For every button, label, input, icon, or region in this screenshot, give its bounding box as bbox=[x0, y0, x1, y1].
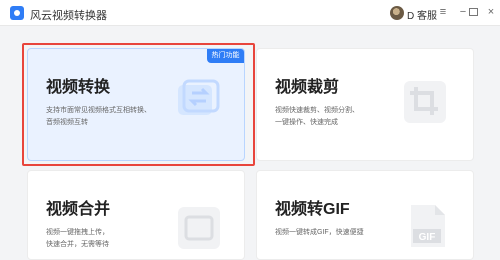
app-logo-icon bbox=[10, 6, 24, 20]
hot-feature-badge: 热门功能 bbox=[207, 49, 244, 63]
avatar[interactable] bbox=[390, 6, 404, 20]
app-title: 风云视频转换器 bbox=[30, 10, 107, 22]
card-video-convert[interactable]: 视频转换 支持市面常见视频格式互相转换、 音频视频互转 热门功能 bbox=[27, 48, 245, 161]
close-icon[interactable]: × bbox=[484, 4, 498, 20]
card-title: 视频合并 bbox=[46, 201, 111, 218]
user-name[interactable]: D 客服 bbox=[407, 7, 437, 22]
gif-label: GIF bbox=[419, 232, 436, 243]
video-convert-icon bbox=[178, 79, 220, 115]
card-description: 视频一键转成GIF，快速便捷 bbox=[275, 229, 364, 236]
card-description: 视频快速裁剪、视频分割、 一键操作、快速完成 bbox=[275, 107, 359, 126]
maximize-icon[interactable] bbox=[469, 8, 478, 16]
card-title: 视频转GIF bbox=[275, 201, 350, 218]
card-description: 支持市面常见视频格式互相转换、 音频视频互转 bbox=[46, 107, 151, 126]
minimize-icon[interactable]: − bbox=[456, 4, 470, 20]
card-description: 视频一键拖拽上传， 快速合并，无需等待 bbox=[46, 229, 109, 248]
gif-file-icon: GIF bbox=[411, 205, 445, 247]
card-title: 视频转换 bbox=[46, 79, 111, 96]
card-title: 视频裁剪 bbox=[275, 79, 340, 96]
menu-icon[interactable]: ≡ bbox=[436, 4, 450, 20]
card-video-crop[interactable]: 视频裁剪 视频快速裁剪、视频分割、 一键操作、快速完成 bbox=[256, 48, 474, 161]
merge-icon bbox=[178, 207, 220, 249]
crop-icon bbox=[404, 81, 446, 123]
title-bar: 风云视频转换器 D 客服 ≡ − × bbox=[0, 0, 500, 26]
